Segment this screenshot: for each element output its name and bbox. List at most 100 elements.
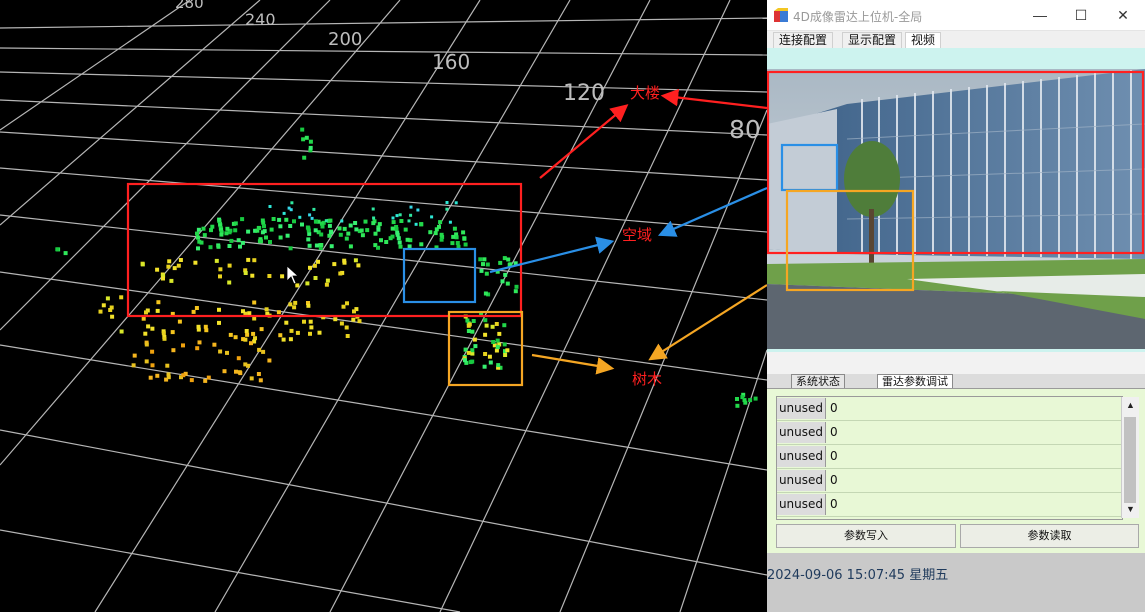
radar-point xyxy=(298,215,302,219)
radar-point xyxy=(312,263,317,268)
radar-point xyxy=(210,224,215,229)
tab-display-config[interactable]: 显示配置 xyxy=(842,32,903,48)
radar-point xyxy=(166,264,171,269)
radar-point xyxy=(497,331,502,336)
radar-point xyxy=(448,220,452,224)
radar-point xyxy=(249,341,253,346)
tab-connection-config[interactable]: 连接配置 xyxy=(773,32,834,48)
radar-point xyxy=(473,344,478,349)
radar-point xyxy=(434,227,439,232)
table-row[interactable]: unused 0 xyxy=(777,397,1122,421)
radar-point xyxy=(155,308,160,313)
radar-point xyxy=(407,219,411,223)
radar-point xyxy=(170,330,175,335)
radar-point xyxy=(165,363,170,368)
axis-tick-label: 280 xyxy=(175,0,204,12)
table-row[interactable]: unused 0 xyxy=(777,421,1122,445)
table-row[interactable]: unused 0 xyxy=(777,493,1122,517)
radar-point xyxy=(348,244,353,249)
radar-point xyxy=(206,375,211,380)
radar-point xyxy=(247,311,252,316)
scroll-up-arrow-icon[interactable]: ▲ xyxy=(1122,397,1139,414)
point-cloud-viewer[interactable]: 280 240 200 160 120 80 大楼 空域 树木 xyxy=(0,0,767,612)
param-read-button[interactable]: 参数读取 xyxy=(960,524,1139,548)
radar-point xyxy=(233,228,238,233)
radar-point xyxy=(209,228,213,233)
radar-point xyxy=(98,309,103,314)
radar-point xyxy=(481,262,485,267)
radar-point xyxy=(288,337,293,342)
radar-point xyxy=(257,239,262,244)
tab-system-status[interactable]: 系统状态 xyxy=(791,374,845,388)
radar-point xyxy=(196,246,200,251)
param-table-scrollbar[interactable]: ▲ ▼ xyxy=(1121,397,1139,518)
scroll-down-arrow-icon[interactable]: ▼ xyxy=(1122,501,1139,518)
radar-point xyxy=(119,295,124,300)
table-row[interactable]: unused 0 xyxy=(777,445,1122,469)
radar-point xyxy=(463,358,467,363)
radar-point xyxy=(110,314,115,319)
radar-point xyxy=(201,226,206,231)
radar-point xyxy=(468,360,473,365)
radar-point xyxy=(391,220,396,225)
param-value[interactable]: 0 xyxy=(830,470,838,491)
datetime-status: 2024-09-06 15:07:45 星期五 xyxy=(767,568,949,583)
radar-point xyxy=(341,304,346,309)
radar-point xyxy=(246,363,250,368)
radar-point xyxy=(288,302,293,307)
radar-point xyxy=(342,260,347,265)
radar-point xyxy=(384,240,389,244)
radar-point xyxy=(222,369,227,374)
radar-point xyxy=(491,340,496,344)
radar-point xyxy=(462,236,467,241)
radar-point xyxy=(203,378,208,383)
radar-point xyxy=(430,215,434,219)
tab-radar-param-debug[interactable]: 雷达参数调试 xyxy=(877,374,953,388)
radar-point xyxy=(484,323,489,328)
radar-point xyxy=(407,244,412,249)
radar-point xyxy=(403,227,408,232)
radar-point xyxy=(316,259,320,264)
minimize-button[interactable]: — xyxy=(1020,0,1060,30)
scroll-thumb[interactable] xyxy=(1124,417,1136,503)
radar-point xyxy=(144,310,148,315)
radar-point xyxy=(233,335,238,340)
radar-point xyxy=(353,258,358,263)
radar-point xyxy=(161,276,165,281)
maximize-button[interactable]: ☐ xyxy=(1061,0,1101,30)
param-value[interactable]: 0 xyxy=(830,446,838,467)
axis-tick-label: 240 xyxy=(245,10,276,29)
tab-video[interactable]: 视频 xyxy=(905,32,942,48)
radar-point xyxy=(329,230,334,235)
param-value[interactable]: 0 xyxy=(830,398,838,419)
radar-point xyxy=(324,282,329,287)
radar-point xyxy=(454,201,458,205)
radar-point xyxy=(262,229,267,234)
radar-point xyxy=(494,322,499,326)
radar-point xyxy=(397,240,402,245)
radar-point xyxy=(487,354,492,359)
radar-point xyxy=(240,240,245,245)
radar-point xyxy=(503,353,508,357)
table-row[interactable]: unused 0 xyxy=(777,469,1122,493)
radar-point xyxy=(302,155,307,160)
radar-point xyxy=(267,274,272,278)
radar-point xyxy=(257,347,262,352)
radar-point xyxy=(208,245,213,250)
radar-point xyxy=(735,397,739,401)
mouse-cursor-icon xyxy=(286,265,300,285)
radar-point xyxy=(351,317,356,322)
radar-point xyxy=(484,271,489,276)
close-button[interactable]: ✕ xyxy=(1103,0,1143,30)
radar-point xyxy=(419,242,424,247)
radar-point xyxy=(276,310,281,315)
radar-point xyxy=(445,201,449,204)
radar-point xyxy=(289,328,294,333)
radar-point xyxy=(302,319,306,324)
param-value[interactable]: 0 xyxy=(830,422,838,443)
param-value[interactable]: 0 xyxy=(830,494,838,515)
param-write-button[interactable]: 参数写入 xyxy=(776,524,956,548)
radar-point xyxy=(485,262,490,267)
radar-point xyxy=(155,267,160,272)
radar-point xyxy=(455,241,460,245)
